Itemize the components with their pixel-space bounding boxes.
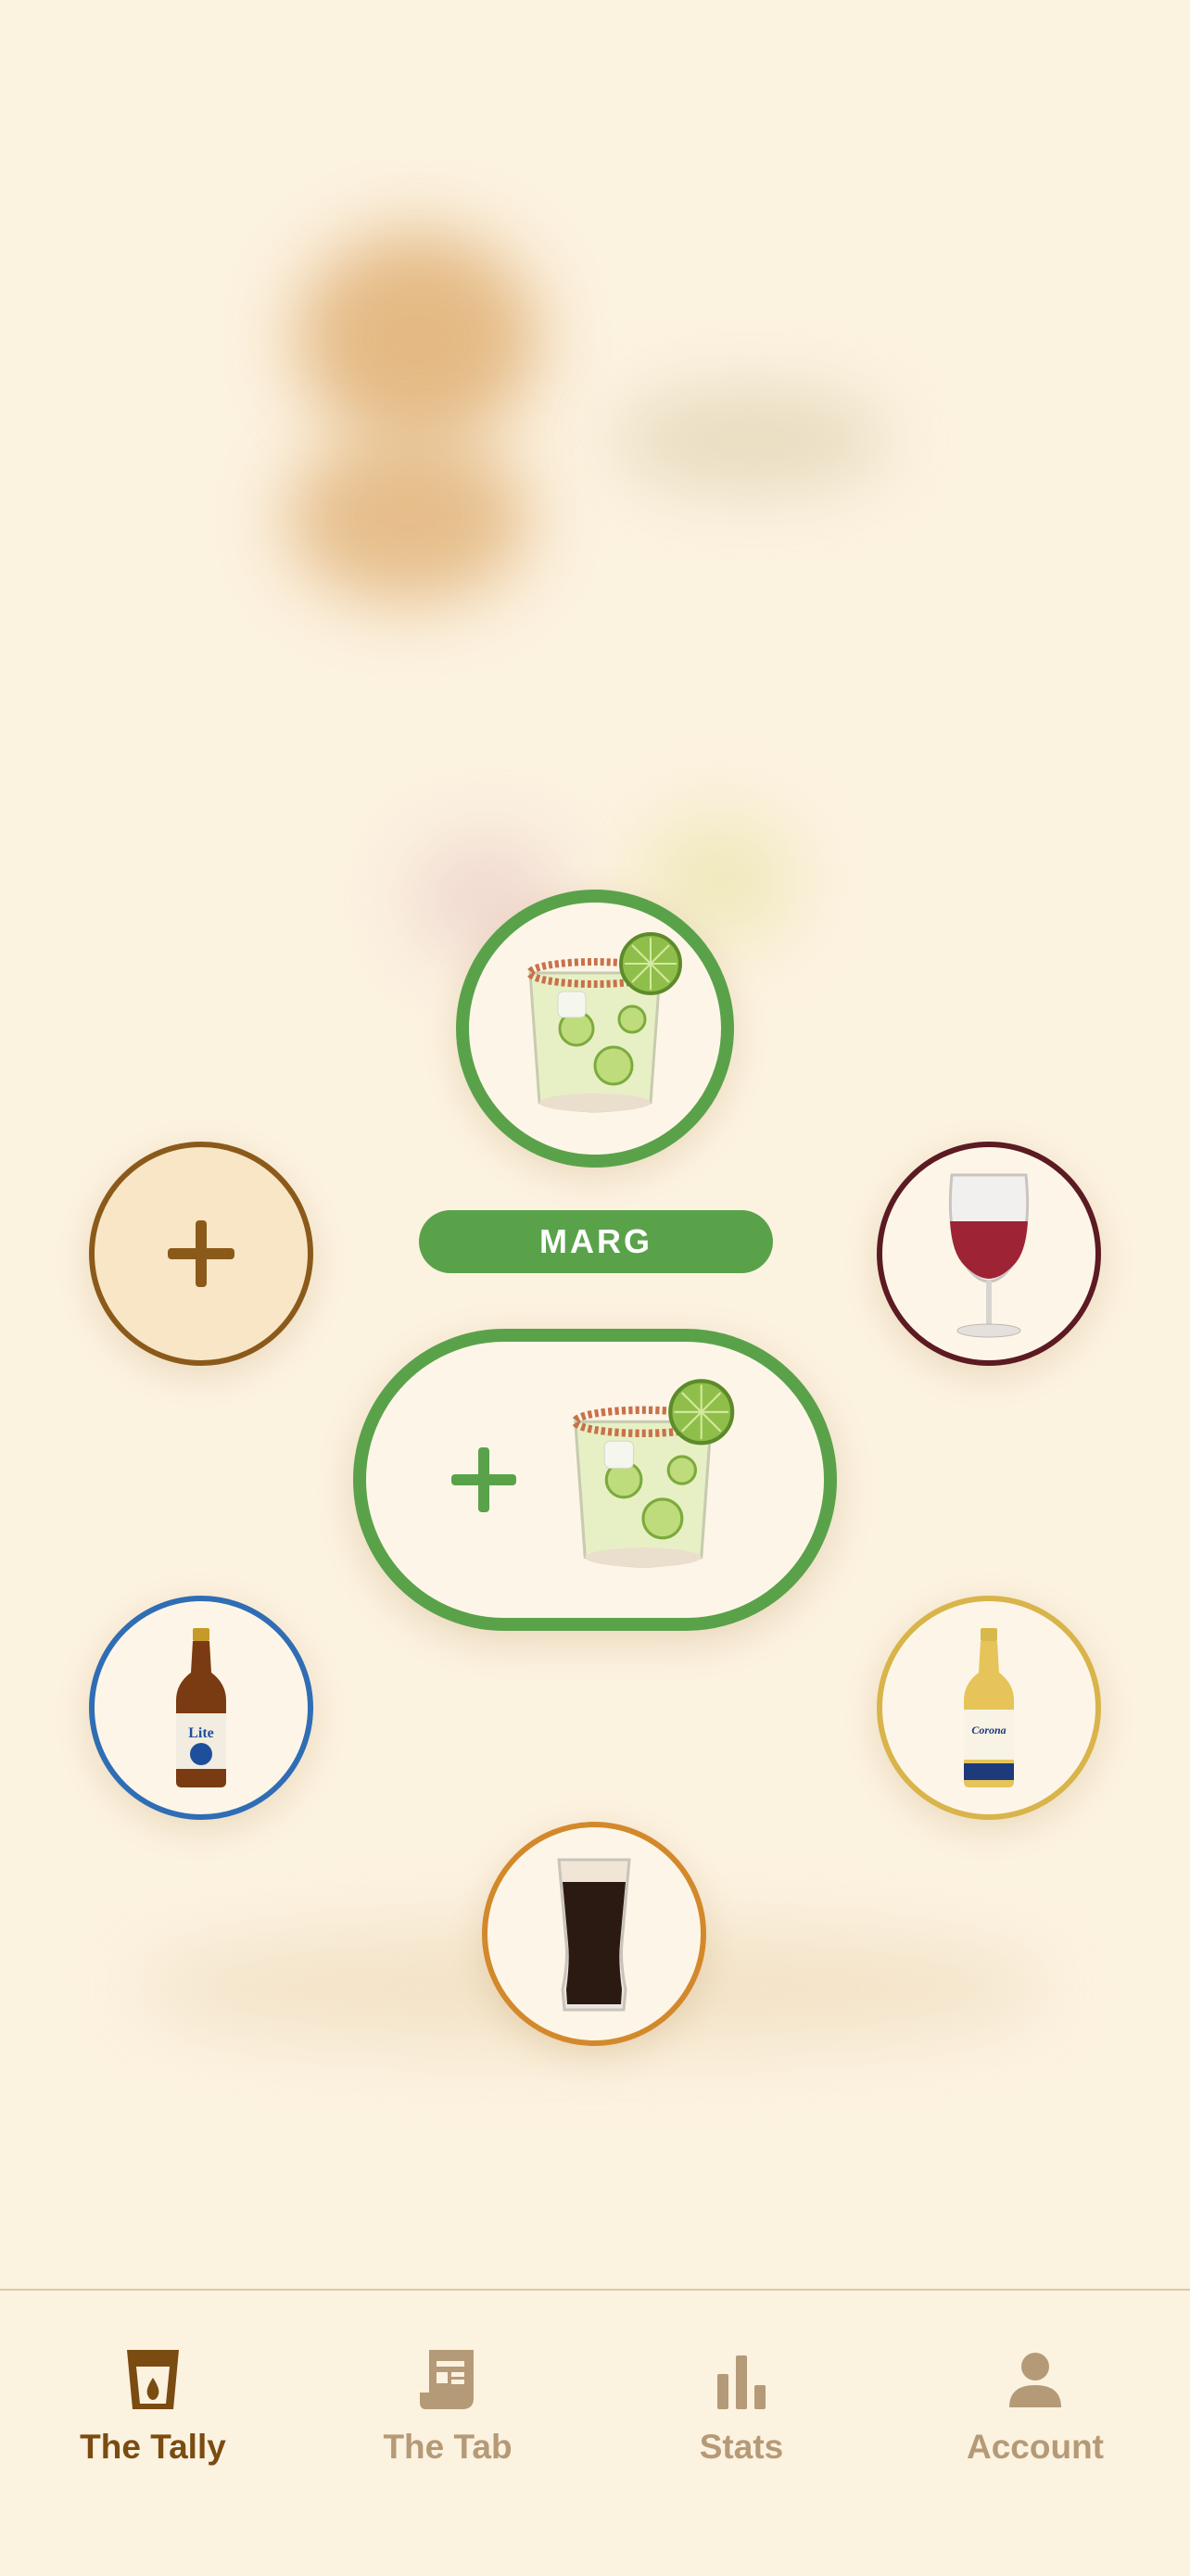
pint-glass-icon	[557, 1858, 631, 2012]
drink-option-stout[interactable]	[482, 1822, 706, 2046]
corona-label: Corona	[971, 1724, 1006, 1736]
cup-icon	[127, 2350, 179, 2409]
wine-glass-icon	[948, 1173, 1030, 1338]
drink-option-miller-lite[interactable]: Lite	[89, 1596, 313, 1820]
receipt-icon	[420, 2350, 474, 2409]
drink-option-margarita[interactable]	[456, 890, 734, 1168]
tab-the-tally[interactable]: The Tally	[42, 2346, 264, 2467]
drink-option-red-wine[interactable]	[877, 1142, 1101, 1366]
add-drink-button[interactable]	[89, 1142, 313, 1366]
tab-label: Account	[967, 2428, 1104, 2466]
selected-drink-label: MARG	[419, 1210, 773, 1273]
beer-bottle-icon: Corona	[964, 1628, 1014, 1787]
margarita-icon	[571, 1379, 735, 1568]
drink-option-corona[interactable]: Corona	[877, 1596, 1101, 1820]
plus-icon	[168, 1220, 234, 1287]
lite-label: Lite	[188, 1725, 214, 1741]
margarita-icon	[526, 932, 682, 1113]
bar-chart-icon	[717, 2355, 766, 2409]
tab-account[interactable]: Account	[924, 2346, 1146, 2467]
bottom-tab-bar: The Tally The Tab Stats Account	[0, 2289, 1190, 2576]
tab-label: The Tab	[383, 2428, 513, 2466]
tab-the-tab[interactable]: The Tab	[336, 2346, 559, 2467]
tab-label: The Tally	[80, 2428, 226, 2466]
tab-label: Stats	[699, 2428, 784, 2466]
beer-bottle-icon: Lite	[176, 1628, 226, 1787]
plus-icon	[451, 1447, 516, 1512]
tab-stats[interactable]: Stats	[630, 2346, 853, 2467]
add-selected-drink-button[interactable]	[353, 1329, 837, 1631]
person-icon	[1009, 2353, 1061, 2407]
